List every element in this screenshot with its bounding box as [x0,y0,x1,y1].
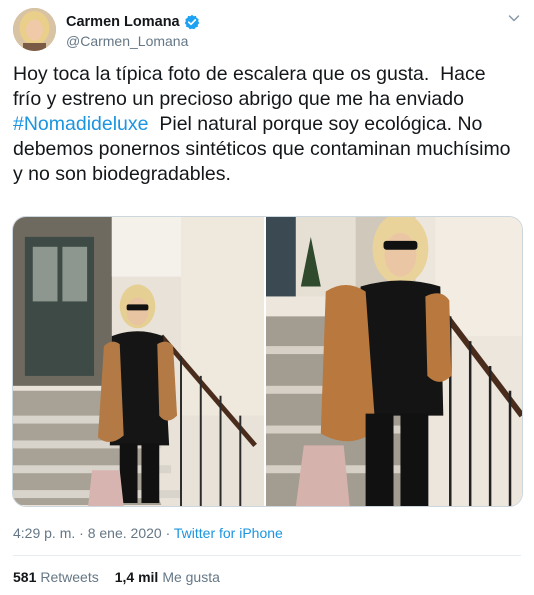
chevron-down-icon[interactable] [506,10,522,26]
media-gallery [12,216,523,507]
divider [13,555,521,556]
likes-label: Me gusta [162,569,220,585]
tweet-text: Hoy toca la típica foto de escalera que … [13,62,518,187]
likes-stat[interactable]: 1,4 mil Me gusta [115,569,220,585]
retweets-count: 581 [13,569,37,585]
user-handle[interactable]: @Carmen_Lomana [66,33,200,49]
photo-1[interactable] [13,217,267,506]
display-name[interactable]: Carmen Lomana [66,14,180,30]
verified-badge-icon [184,14,200,30]
tweet-header: Carmen Lomana @Carmen_Lomana [13,8,524,52]
tweet-meta: 4:29 p. m. · 8 ene. 2020 · Twitter for i… [13,525,283,541]
photo-2[interactable] [266,217,522,506]
meta-separator: · [161,525,174,541]
tweet-text-part: Hoy toca la típica foto de escalera que … [13,63,492,110]
meta-separator: · [75,525,88,541]
hashtag-link[interactable]: #Nomadideluxe [13,113,149,135]
tweet-date[interactable]: 8 ene. 2020 [88,525,162,541]
retweets-stat[interactable]: 581 Retweets [13,569,99,585]
tweet-source-link[interactable]: Twitter for iPhone [174,525,283,541]
avatar[interactable] [13,8,56,51]
tweet-time[interactable]: 4:29 p. m. [13,525,75,541]
retweets-label: Retweets [40,569,99,585]
tweet-stats: 581 Retweets 1,4 mil Me gusta [13,569,220,585]
likes-count: 1,4 mil [114,569,159,585]
